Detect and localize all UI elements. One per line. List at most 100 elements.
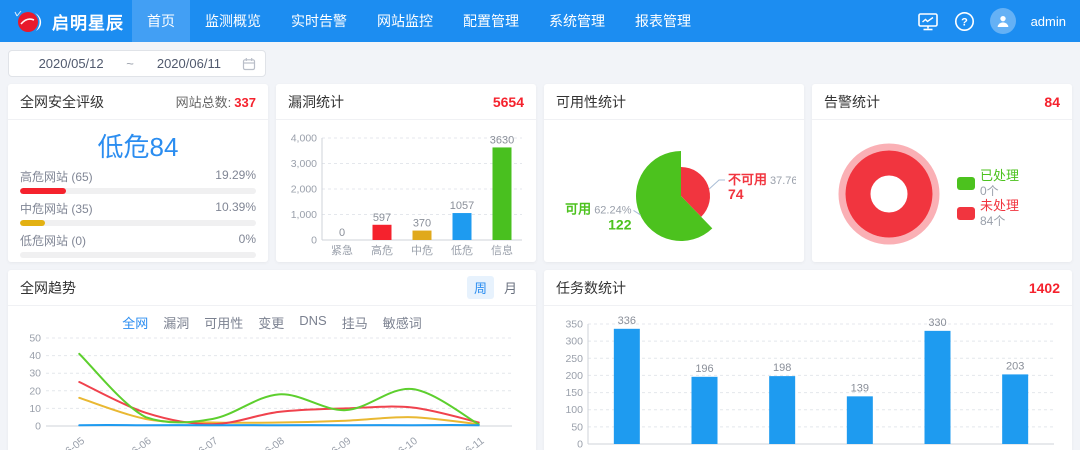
panel-title: 全网趋势 xyxy=(20,278,76,298)
svg-text:3630: 3630 xyxy=(490,134,514,146)
top-navbar: 启明星辰 首页监测概览实时告警网站监控配置管理系统管理报表管理 ? admin xyxy=(0,0,1080,42)
vulnerability-total: 5654 xyxy=(493,94,524,110)
svg-text:336: 336 xyxy=(618,315,636,327)
svg-text:中危: 中危 xyxy=(411,244,433,257)
svg-text:高危: 高危 xyxy=(371,243,393,257)
username[interactable]: admin xyxy=(1031,14,1066,29)
trend-legend-item-4[interactable]: DNS xyxy=(299,313,326,332)
alert-donut-chart: 已处理0个未处理84个 xyxy=(812,120,1072,262)
svg-text:200: 200 xyxy=(565,370,583,382)
rating-rows: 高危网站 (65) 19.29% 中危网站 (35) 10.39% 低危网站 (0)… xyxy=(20,168,256,262)
svg-text:06-07: 06-07 xyxy=(192,435,221,450)
svg-text:30: 30 xyxy=(29,368,41,380)
rating-row: 高危网站 (65) 19.29% xyxy=(20,168,256,194)
svg-text:597: 597 xyxy=(373,212,391,224)
svg-text:150: 150 xyxy=(565,387,583,399)
dashboard-grid: 全网安全评级 网站总数:337 低危 84 高危网站 (65) 19.29% 中危网… xyxy=(0,84,1080,450)
svg-text:可用62.24%: 可用62.24% xyxy=(565,201,632,216)
svg-text:139: 139 xyxy=(851,382,869,394)
trend-period-toggles: 周月 xyxy=(464,276,524,299)
svg-text:06-11: 06-11 xyxy=(459,435,487,450)
trend-legend-item-6[interactable]: 敏感词 xyxy=(383,313,422,332)
site-total: 网站总数:337 xyxy=(176,92,256,111)
svg-text:50: 50 xyxy=(571,421,583,433)
panel-title: 全网安全评级 xyxy=(20,92,104,112)
svg-text:?: ? xyxy=(961,16,968,28)
svg-text:250: 250 xyxy=(565,353,583,365)
svg-text:122: 122 xyxy=(608,216,632,232)
date-start[interactable]: 2020/05/12 xyxy=(18,56,124,71)
panel-vulnerability-stats: 漏洞统计 5654 01,0002,0003,0004,0000紧急597高危3… xyxy=(276,84,536,262)
brand-name: 启明星辰 xyxy=(52,9,124,34)
svg-text:3,000: 3,000 xyxy=(291,158,317,170)
nav-item-4[interactable]: 配置管理 xyxy=(448,0,534,42)
help-icon[interactable]: ? xyxy=(954,11,975,32)
trend-legend-item-2[interactable]: 可用性 xyxy=(204,313,243,332)
date-range-picker[interactable]: 2020/05/12 ~ 2020/06/11 xyxy=(8,50,266,77)
svg-text:0: 0 xyxy=(577,439,583,450)
trend-toggle-1[interactable]: 月 xyxy=(497,276,524,299)
svg-text:06-05: 06-05 xyxy=(59,435,88,450)
rating-progress-bar xyxy=(20,220,256,226)
site-total-value: 337 xyxy=(234,95,256,110)
alert-total: 84 xyxy=(1044,94,1060,110)
brand-logo[interactable]: 启明星辰 xyxy=(8,8,130,35)
svg-text:0: 0 xyxy=(339,227,345,239)
svg-text:06-09: 06-09 xyxy=(325,435,354,450)
svg-text:1,000: 1,000 xyxy=(291,209,317,221)
rating-row-percent: 0% xyxy=(239,232,256,249)
date-separator: ~ xyxy=(124,56,136,71)
svg-text:2,000: 2,000 xyxy=(291,184,317,196)
rating-row-label: 中危网站 (35) xyxy=(20,200,93,217)
svg-text:信息: 信息 xyxy=(491,243,513,257)
navbar-right: ? admin xyxy=(917,8,1066,34)
trend-toggle-0[interactable]: 周 xyxy=(467,276,494,299)
user-avatar[interactable] xyxy=(990,8,1016,34)
trend-legend-item-1[interactable]: 漏洞 xyxy=(163,313,189,332)
vulnerability-bar-chart: 01,0002,0003,0004,0000紧急597高危370中危1057低危… xyxy=(276,120,536,262)
svg-text:198: 198 xyxy=(773,362,791,374)
svg-text:203: 203 xyxy=(1006,360,1024,372)
rating-row-label: 高危网站 (65) xyxy=(20,168,93,185)
svg-text:0: 0 xyxy=(35,421,41,433)
svg-text:06-06: 06-06 xyxy=(125,435,154,450)
panel-title: 任务数统计 xyxy=(556,278,626,298)
svg-text:未处理: 未处理 xyxy=(980,198,1019,213)
panel-availability-stats: 可用性统计 不可用37.76%74可用62.24%122 xyxy=(544,84,804,262)
nav-item-6[interactable]: 报表管理 xyxy=(620,0,706,42)
svg-text:300: 300 xyxy=(565,336,583,348)
rating-row: 低危网站 (0) 0% xyxy=(20,232,256,258)
panel-task-stats: 任务数统计 1402 05010015020025030035033619619… xyxy=(544,270,1072,450)
nav-item-2[interactable]: 实时告警 xyxy=(276,0,362,42)
venus-logo-icon xyxy=(14,8,46,35)
panel-security-rating: 全网安全评级 网站总数:337 低危84 高危网站 (65)19.29% 中危网… xyxy=(8,84,268,262)
svg-text:10: 10 xyxy=(29,403,41,415)
trend-legend-item-0[interactable]: 全网 xyxy=(122,313,148,332)
date-end[interactable]: 2020/06/11 xyxy=(136,56,242,71)
svg-text:不可用37.76%: 不可用37.76% xyxy=(728,172,796,187)
rating-row-percent: 19.29% xyxy=(215,168,256,185)
svg-text:0个: 0个 xyxy=(980,184,999,198)
trend-legend-item-3[interactable]: 变更 xyxy=(258,313,284,332)
svg-text:100: 100 xyxy=(565,404,583,416)
svg-text:06-10: 06-10 xyxy=(391,435,420,450)
trend-line-chart: 0102030405006-0506-0606-0706-0806-0906-1… xyxy=(8,332,536,450)
svg-text:低危: 低危 xyxy=(451,244,473,257)
monitor-icon[interactable] xyxy=(917,12,939,31)
svg-text:已处理: 已处理 xyxy=(980,168,1019,183)
nav-item-5[interactable]: 系统管理 xyxy=(534,0,620,42)
svg-text:40: 40 xyxy=(29,350,41,362)
svg-text:350: 350 xyxy=(565,319,583,331)
calendar-icon xyxy=(242,57,256,71)
nav-item-1[interactable]: 监测概览 xyxy=(190,0,276,42)
panel-title: 可用性统计 xyxy=(556,92,626,112)
svg-text:50: 50 xyxy=(29,333,41,345)
trend-legend-item-5[interactable]: 挂马 xyxy=(342,313,368,332)
rating-row: 中危网站 (35) 10.39% xyxy=(20,200,256,226)
rating-row-label: 低危网站 (0) xyxy=(20,232,86,249)
nav-item-0[interactable]: 首页 xyxy=(132,0,190,42)
svg-text:84个: 84个 xyxy=(980,214,1005,228)
rating-row-percent: 10.39% xyxy=(215,200,256,217)
svg-text:4,000: 4,000 xyxy=(291,133,317,145)
nav-item-3[interactable]: 网站监控 xyxy=(362,0,448,42)
